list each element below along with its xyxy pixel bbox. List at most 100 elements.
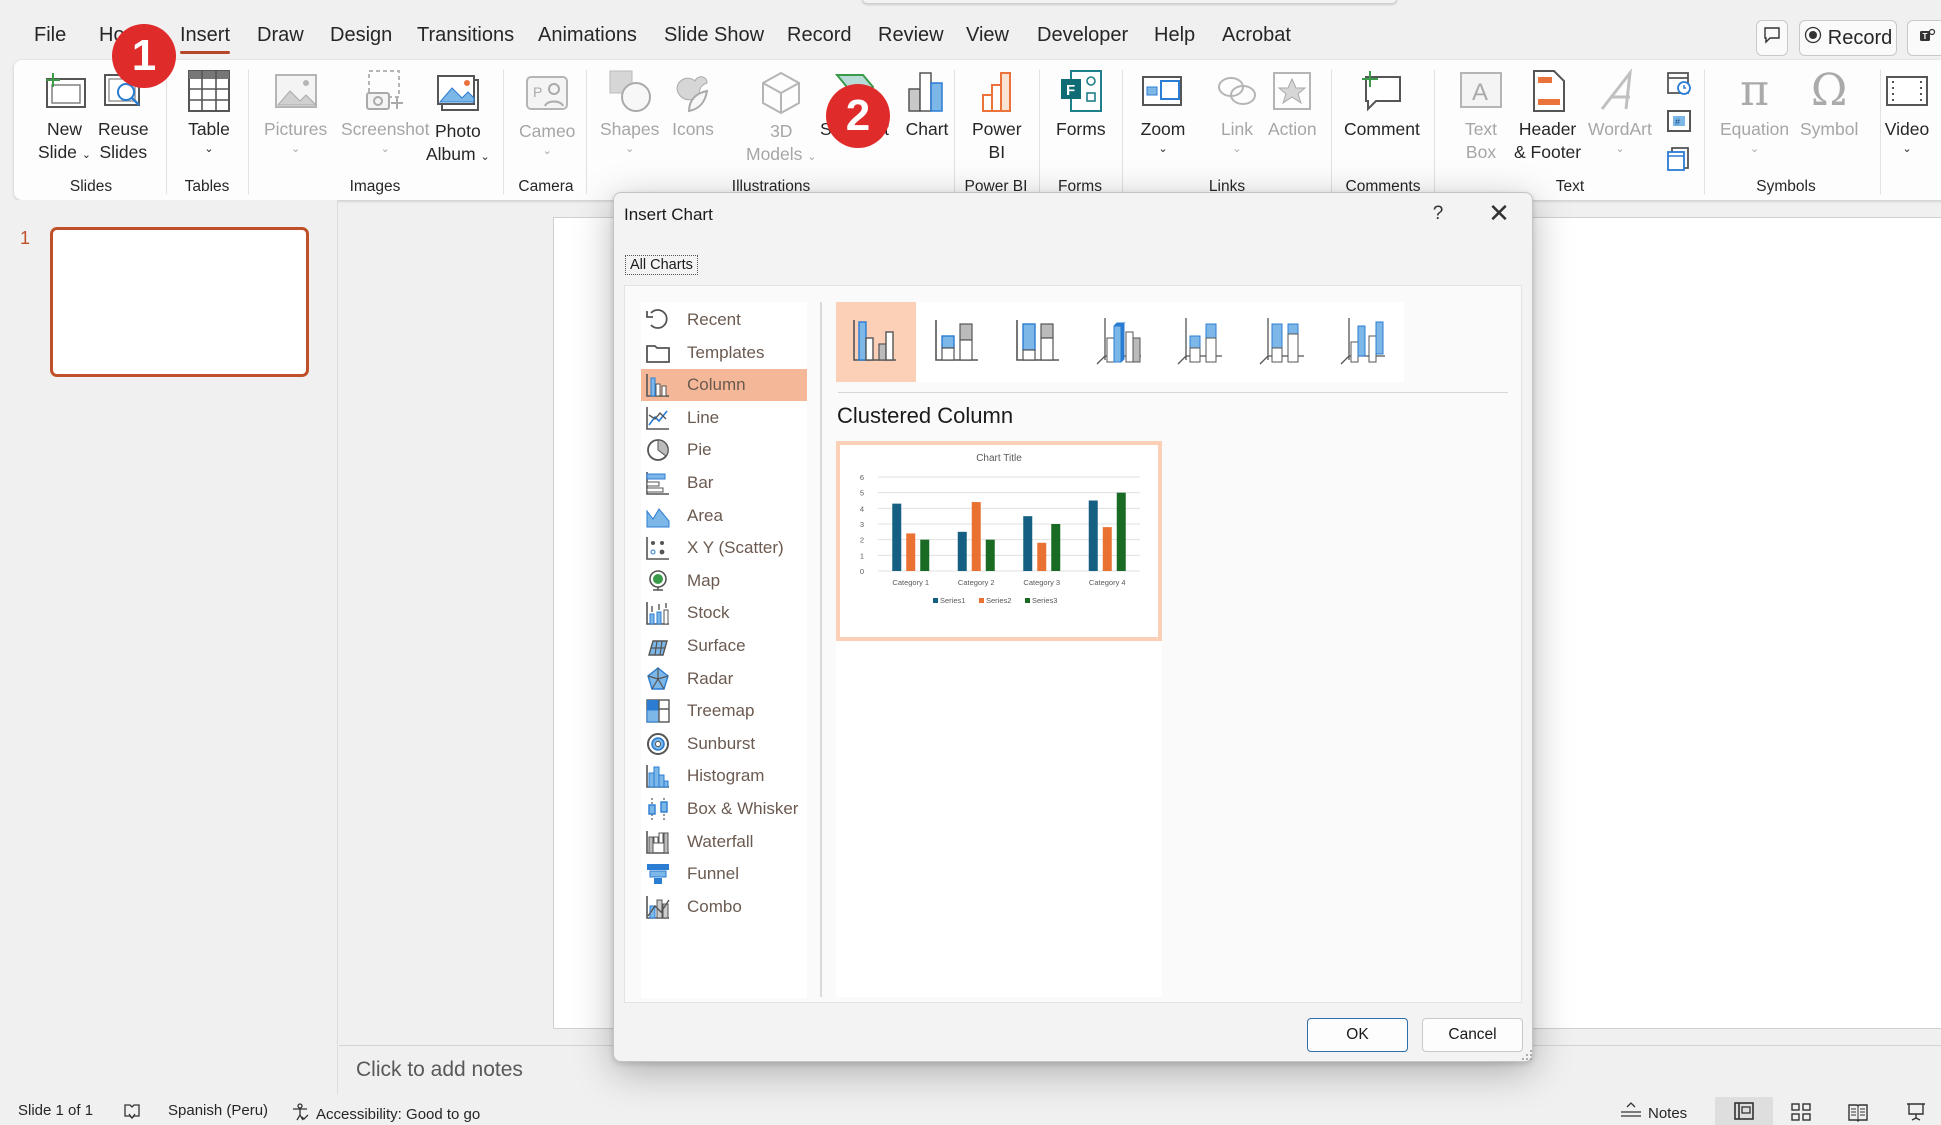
subtype-3-d-clustered-column[interactable] <box>1081 302 1161 382</box>
subtype-3-d-stacked-column[interactable] <box>1162 302 1242 382</box>
stock-chart-icon <box>645 600 671 626</box>
zoom-button[interactable]: Zoom ⌄ <box>1140 68 1186 157</box>
symbol-button[interactable]: Ω Symbol <box>1800 68 1858 141</box>
chart-type-histogram[interactable]: Histogram <box>641 760 807 792</box>
comment-button[interactable]: Comment <box>1344 68 1420 141</box>
action-button[interactable]: Action <box>1268 68 1317 141</box>
forms-button[interactable]: F Forms <box>1056 68 1106 141</box>
tab-view[interactable]: View <box>966 24 1009 47</box>
chart-type-label: Line <box>687 407 720 427</box>
chart-type-bar[interactable]: Bar <box>641 467 807 499</box>
spelling-icon[interactable] <box>122 1102 142 1122</box>
chart-type-templates[interactable]: Templates <box>641 337 807 369</box>
chart-type-sunburst[interactable]: Sunburst <box>641 728 807 760</box>
subtype-stacked-column[interactable] <box>918 302 998 382</box>
tab-acrobat[interactable]: Acrobat <box>1222 24 1291 47</box>
header-footer-button[interactable]: Header & Footer <box>1514 68 1581 164</box>
help-button[interactable]: ? <box>1426 203 1450 225</box>
language-status[interactable]: Spanish (Peru) <box>168 1102 268 1119</box>
tab-draw[interactable]: Draw <box>257 24 304 47</box>
text-box-icon: A <box>1458 68 1504 114</box>
video-button[interactable]: Video ⌄ <box>1884 68 1930 157</box>
slide-thumbnail[interactable] <box>50 227 309 377</box>
search-box[interactable] <box>862 0 1397 4</box>
slide-sorter-button[interactable] <box>1790 1102 1812 1122</box>
slide-info[interactable]: Slide 1 of 1 <box>18 1102 93 1119</box>
slide-number-icon[interactable]: # <box>1666 108 1692 139</box>
subtype-100-stacked-column[interactable] <box>999 302 1079 382</box>
chart-type-map[interactable]: Map <box>641 565 807 597</box>
tab-developer[interactable]: Developer <box>1037 24 1128 47</box>
chart-type-waterfall[interactable]: Waterfall <box>641 826 807 858</box>
svg-text:T: T <box>1923 32 1928 41</box>
chart-type-line[interactable]: Line <box>641 402 807 434</box>
pictures-button[interactable]: Pictures ⌄ <box>264 68 327 157</box>
reading-view-button[interactable] <box>1847 1102 1869 1122</box>
tab-design[interactable]: Design <box>330 24 392 47</box>
new-slide-button[interactable]: New Slide ⌄ <box>38 68 91 164</box>
normal-view-button[interactable] <box>1715 1097 1773 1125</box>
screenshot-button[interactable]: Screenshot ⌄ <box>341 68 430 157</box>
tab-transitions[interactable]: Transitions <box>417 24 514 47</box>
tab-review[interactable]: Review <box>878 24 944 47</box>
ribbon: New Slide ⌄ Reuse Slides Slides Table ⌄ … <box>14 60 1941 200</box>
chart-type-box-whisker[interactable]: Box & Whisker <box>641 793 807 825</box>
notes-toggle-button[interactable]: Notes <box>1620 1102 1687 1124</box>
chart-type-stock[interactable]: Stock <box>641 597 807 629</box>
shapes-button[interactable]: Shapes ⌄ <box>600 68 659 157</box>
date-time-icon[interactable] <box>1666 70 1692 101</box>
tab-file[interactable]: File <box>34 24 66 47</box>
chart-type-area[interactable]: Area <box>641 500 807 532</box>
chart-subtype-gallery <box>836 302 1404 382</box>
comments-button[interactable] <box>1756 20 1788 56</box>
chart-type-column[interactable]: Column <box>641 369 807 402</box>
cancel-button[interactable]: Cancel <box>1422 1018 1523 1052</box>
tab-record[interactable]: Record <box>787 24 851 47</box>
tab-slide-show[interactable]: Slide Show <box>664 24 764 47</box>
equation-button[interactable]: π Equation ⌄ <box>1720 68 1789 157</box>
chart-preview[interactable]: Chart Title 0 1 2 3 4 5 6 Category 1 Category 2 Ca… <box>836 441 1162 641</box>
chart-type-treemap[interactable]: Treemap <box>641 695 807 727</box>
ok-button[interactable]: OK <box>1307 1018 1408 1052</box>
chart-type-combo[interactable]: Combo <box>641 891 807 923</box>
chart-type-recent[interactable]: Recent <box>641 304 807 336</box>
bar-series2-2 <box>971 502 981 571</box>
chart-type-funnel[interactable]: Funnel <box>641 858 807 890</box>
chart-type-x-y-scatter[interactable]: X Y (Scatter) <box>641 532 807 564</box>
link-button[interactable]: Link ⌄ <box>1214 68 1260 157</box>
photo-album-button[interactable]: Photo Album ⌄ <box>426 70 490 166</box>
subtype-3-d-100-stacked-column[interactable] <box>1244 302 1324 382</box>
wordart-button[interactable]: WordArt ⌄ <box>1588 68 1652 157</box>
chart-type-surface[interactable]: Surface <box>641 630 807 662</box>
object-icon[interactable] <box>1666 146 1692 177</box>
resize-grip[interactable] <box>1521 1048 1533 1060</box>
subtype-3-d-column[interactable] <box>1325 302 1405 382</box>
equation-icon: π <box>1740 65 1769 116</box>
tab-animations[interactable]: Animations <box>538 24 637 47</box>
power-bi-button[interactable]: Power BI <box>972 68 1022 164</box>
cameo-button[interactable]: P Cameo ⌄ <box>519 70 575 159</box>
link-icon <box>1214 68 1260 114</box>
bar-series3-1 <box>920 539 930 571</box>
chart-button[interactable]: Chart <box>904 68 950 141</box>
treemap-chart-icon <box>645 698 671 724</box>
chart-type-radar[interactable]: Radar <box>641 663 807 695</box>
icons-button[interactable]: Icons <box>670 68 716 141</box>
tab-help[interactable]: Help <box>1154 24 1195 47</box>
teams-button[interactable]: T <box>1907 20 1941 56</box>
screenshot-icon <box>362 68 408 114</box>
chart-type-label: Bar <box>687 473 714 492</box>
record-button[interactable]: Record <box>1799 20 1897 56</box>
subtype-clustered-column[interactable] <box>836 302 916 382</box>
table-button[interactable]: Table ⌄ <box>186 68 232 157</box>
chart-type-pie[interactable]: Pie <box>641 434 807 466</box>
3d-models-button[interactable]: 3D Models ⌄ <box>746 70 817 166</box>
close-button[interactable]: ✕ <box>1484 199 1514 227</box>
text-box-button[interactable]: A Text Box <box>1458 68 1504 164</box>
notes-placeholder[interactable]: Click to add notes <box>356 1058 523 1082</box>
tab-insert[interactable]: Insert <box>180 24 231 54</box>
group-separator <box>1039 70 1040 194</box>
tab-all-charts[interactable]: All Charts <box>625 255 698 275</box>
accessibility-status[interactable]: Accessibility: Good to go <box>290 1102 480 1125</box>
slide-show-button[interactable] <box>1905 1102 1927 1122</box>
